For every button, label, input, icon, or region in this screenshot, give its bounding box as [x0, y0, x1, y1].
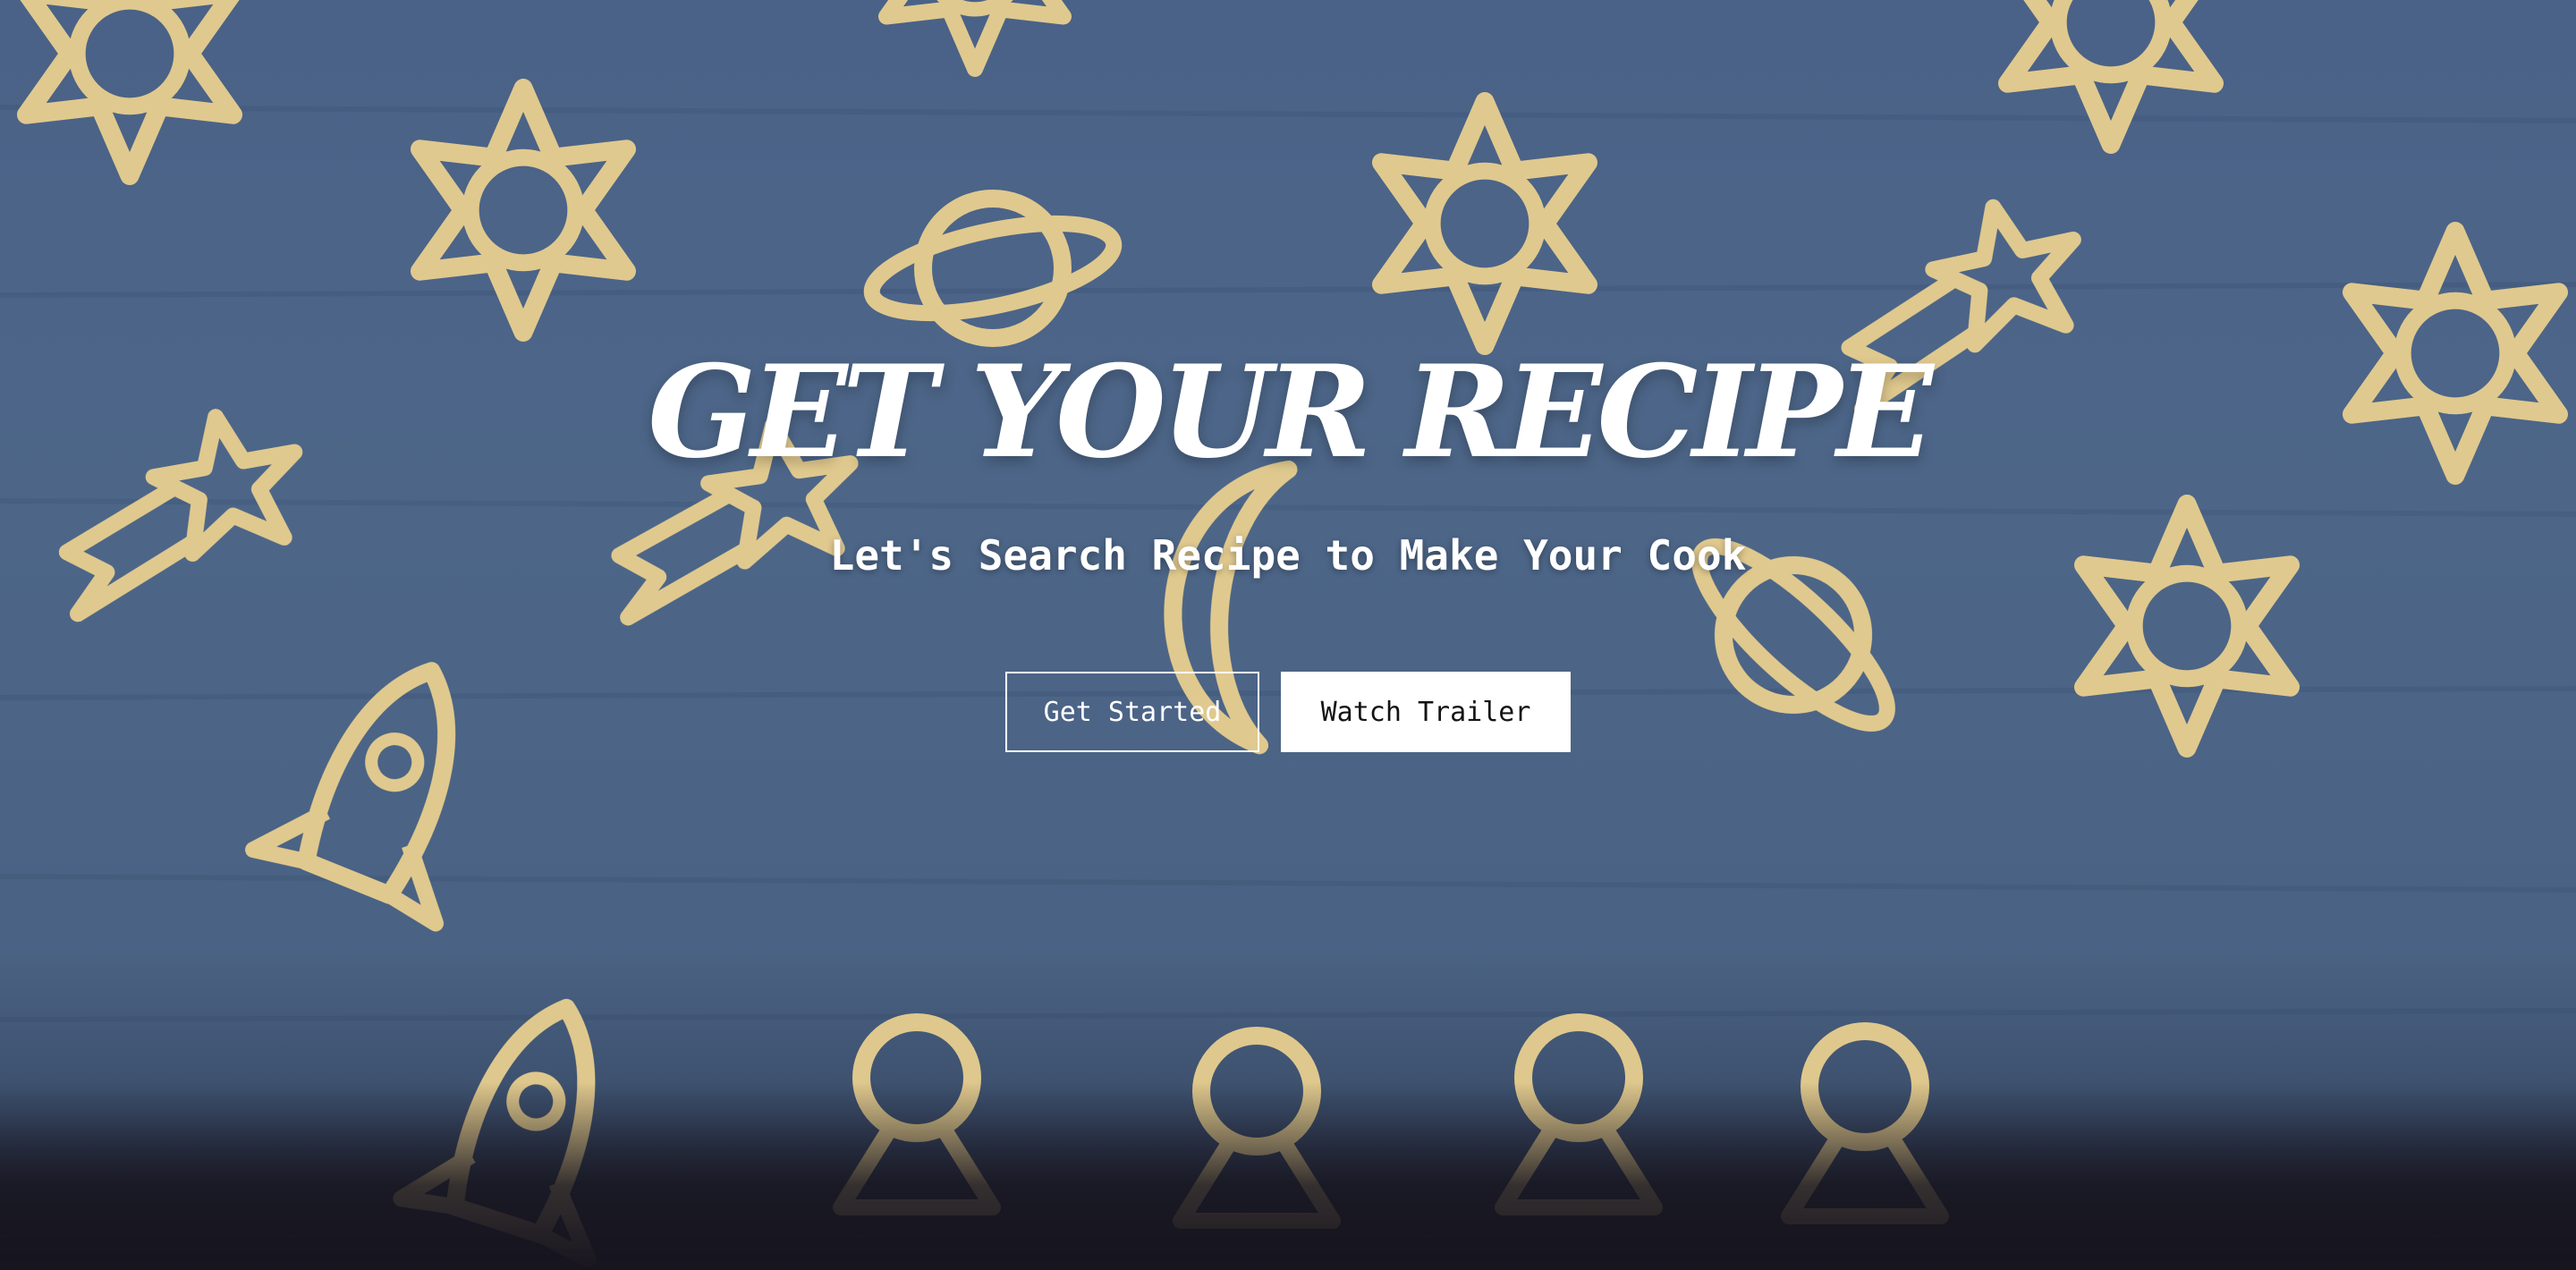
watch-trailer-button[interactable]: Watch Trailer: [1281, 672, 1571, 752]
hero-section: GET YOUR RECIPE Let's Search Recipe to M…: [0, 0, 2576, 1270]
bottom-gradient-overlay: [0, 1082, 2576, 1270]
hero-title: GET YOUR RECIPE: [648, 338, 1934, 487]
hero-subtitle: Let's Search Recipe to Make Your Cook: [829, 531, 1747, 580]
hero-background-image: [0, 0, 2576, 1270]
get-started-button[interactable]: Get Started: [1005, 672, 1259, 752]
